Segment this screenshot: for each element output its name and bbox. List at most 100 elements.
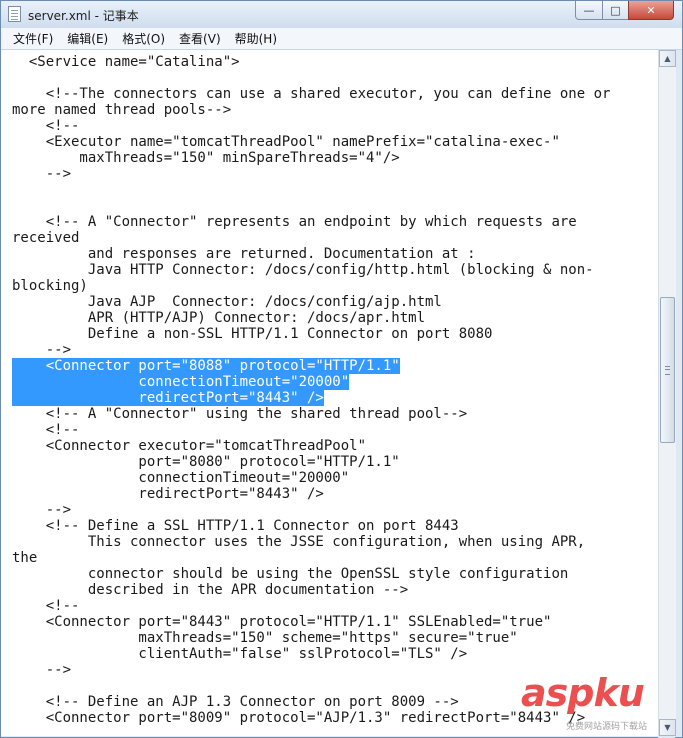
editor-line[interactable] <box>12 678 658 694</box>
line-text: <!-- <box>12 422 80 438</box>
line-text: received <box>12 230 80 246</box>
minimize-icon: — <box>583 3 595 17</box>
window-title: server.xml - 记事本 <box>28 9 139 23</box>
selected-text: connectionTimeout="20000" <box>12 374 350 390</box>
line-text: <Service name="Catalina"> <box>12 54 240 70</box>
line-text: described in the APR documentation --> <box>12 582 409 598</box>
editor-line[interactable]: <Connector port="8443" protocol="HTTP/1.… <box>12 614 658 630</box>
line-text: more named thread pools--> <box>12 102 232 118</box>
editor-line[interactable]: <Connector port="8088" protocol="HTTP/1.… <box>12 358 658 374</box>
editor-line[interactable]: <Connector port="8009" protocol="AJP/1.3… <box>12 710 658 726</box>
scroll-up-arrow-icon[interactable]: ▲ <box>659 50 676 67</box>
line-text: --> <box>12 502 72 518</box>
line-text: maxThreads="150" scheme="https" secure="… <box>12 630 518 646</box>
editor-line[interactable]: <Executor name="tomcatThreadPool" namePr… <box>12 134 658 150</box>
editor-line[interactable]: <!-- A "Connector" represents an endpoin… <box>12 214 658 230</box>
line-text: --> <box>12 662 72 678</box>
editor-line[interactable]: Java HTTP Connector: /docs/config/http.h… <box>12 262 658 278</box>
editor-line[interactable] <box>12 182 658 198</box>
editor-line[interactable]: clientAuth="false" sslProtocol="TLS" /> <box>12 646 658 662</box>
line-text: <!-- <box>12 118 80 134</box>
line-text: connector should be using the OpenSSL st… <box>12 566 569 582</box>
editor-line[interactable] <box>12 198 658 214</box>
editor-line[interactable]: more named thread pools--> <box>12 102 658 118</box>
line-text: --> <box>12 166 72 182</box>
line-text: <!-- Define an AJP 1.3 Connector on port… <box>12 694 459 710</box>
editor-line[interactable]: <!-- <box>12 422 658 438</box>
editor-line[interactable]: <!-- Define a SSL HTTP/1.1 Connector on … <box>12 518 658 534</box>
editor-line[interactable]: described in the APR documentation --> <box>12 582 658 598</box>
line-text: the <box>12 550 38 566</box>
title-bar[interactable]: server.xml - 记事本 — □ ✕ <box>1 1 682 28</box>
line-text: clientAuth="false" sslProtocol="TLS" /> <box>12 646 468 662</box>
line-text: <!--The connectors can use a shared exec… <box>12 86 611 102</box>
editor-line[interactable]: <!--The connectors can use a shared exec… <box>12 86 658 102</box>
menu-view[interactable]: 查看(V) <box>173 29 227 49</box>
maximize-icon: □ <box>610 3 621 17</box>
editor-line[interactable]: <Connector executor="tomcatThreadPool" <box>12 438 658 454</box>
editor-line[interactable]: blocking) <box>12 278 658 294</box>
editor-line[interactable]: APR (HTTP/AJP) Connector: /docs/apr.html <box>12 310 658 326</box>
notepad-window: server.xml - 记事本 — □ ✕ 文件(F) 编辑(E) 格式(O)… <box>0 0 683 738</box>
scroll-down-arrow-icon[interactable]: ▼ <box>659 719 676 736</box>
minimize-button[interactable]: — <box>575 1 603 20</box>
line-text: <!-- A "Connector" represents an endpoin… <box>12 214 577 230</box>
line-text: This connector uses the JSSE configurati… <box>12 534 586 550</box>
menu-help[interactable]: 帮助(H) <box>229 29 283 49</box>
editor-line[interactable]: connectionTimeout="20000" <box>12 374 658 390</box>
line-text: connectionTimeout="20000" <box>12 470 350 486</box>
line-text: APR (HTTP/AJP) Connector: /docs/apr.html <box>12 310 426 326</box>
editor-line[interactable] <box>12 70 658 86</box>
line-text: blocking) <box>12 278 88 294</box>
line-text: <Executor name="tomcatThreadPool" namePr… <box>12 134 560 150</box>
editor-content[interactable]: <Service name="Catalina"> <!--The connec… <box>1 50 658 726</box>
editor-line[interactable]: <!-- <box>12 598 658 614</box>
editor-line[interactable]: connectionTimeout="20000" <box>12 470 658 486</box>
line-text: --> <box>12 342 72 358</box>
editor-line[interactable]: Java AJP Connector: /docs/config/ajp.htm… <box>12 294 658 310</box>
text-editor[interactable]: <Service name="Catalina"> <!--The connec… <box>1 50 658 736</box>
selected-text: redirectPort="8443" /> <box>12 390 324 406</box>
menu-file[interactable]: 文件(F) <box>7 29 59 49</box>
close-button[interactable]: ✕ <box>628 1 674 20</box>
editor-line[interactable]: <!-- <box>12 118 658 134</box>
vertical-scrollbar[interactable]: ▲ ▼ <box>658 50 676 736</box>
editor-line[interactable]: maxThreads="150" minSpareThreads="4"/> <box>12 150 658 166</box>
menu-format[interactable]: 格式(O) <box>116 29 171 49</box>
editor-line[interactable]: --> <box>12 166 658 182</box>
notepad-icon[interactable] <box>8 6 21 22</box>
editor-line[interactable]: redirectPort="8443" /> <box>12 486 658 502</box>
line-text: redirectPort="8443" /> <box>12 486 324 502</box>
line-text: <!-- Define a SSL HTTP/1.1 Connector on … <box>12 518 459 534</box>
line-text: port="8080" protocol="HTTP/1.1" <box>12 454 400 470</box>
editor-line[interactable]: --> <box>12 662 658 678</box>
line-text: maxThreads="150" minSpareThreads="4"/> <box>12 150 400 166</box>
editor-line[interactable]: and responses are returned. Documentatio… <box>12 246 658 262</box>
line-text: <Connector executor="tomcatThreadPool" <box>12 438 367 454</box>
close-icon: ✕ <box>646 3 656 17</box>
editor-line[interactable]: --> <box>12 502 658 518</box>
editor-line[interactable]: --> <box>12 342 658 358</box>
maximize-button[interactable]: □ <box>602 1 629 20</box>
line-text: Define a non-SSL HTTP/1.1 Connector on p… <box>12 326 493 342</box>
editor-line[interactable]: redirectPort="8443" /> <box>12 390 658 406</box>
line-text: Java HTTP Connector: /docs/config/http.h… <box>12 262 594 278</box>
editor-line[interactable]: <!-- Define an AJP 1.3 Connector on port… <box>12 694 658 710</box>
editor-line[interactable]: the <box>12 550 658 566</box>
grip-icon <box>665 366 670 375</box>
line-text: <Connector port="8009" protocol="AJP/1.3… <box>12 710 586 726</box>
editor-line[interactable]: <Service name="Catalina"> <box>12 54 658 70</box>
editor-line[interactable]: port="8080" protocol="HTTP/1.1" <box>12 454 658 470</box>
editor-line[interactable]: <!-- A "Connector" using the shared thre… <box>12 406 658 422</box>
selected-text: <Connector port="8088" protocol="HTTP/1.… <box>12 358 400 374</box>
scrollbar-thumb[interactable] <box>660 297 675 443</box>
editor-line[interactable]: connector should be using the OpenSSL st… <box>12 566 658 582</box>
line-text: <!-- <box>12 598 80 614</box>
editor-line[interactable]: Define a non-SSL HTTP/1.1 Connector on p… <box>12 326 658 342</box>
line-text: <Connector port="8443" protocol="HTTP/1.… <box>12 614 552 630</box>
menu-bar: 文件(F) 编辑(E) 格式(O) 查看(V) 帮助(H) <box>1 28 682 50</box>
menu-edit[interactable]: 编辑(E) <box>61 29 114 49</box>
editor-line[interactable]: This connector uses the JSSE configurati… <box>12 534 658 550</box>
editor-line[interactable]: received <box>12 230 658 246</box>
editor-line[interactable]: maxThreads="150" scheme="https" secure="… <box>12 630 658 646</box>
